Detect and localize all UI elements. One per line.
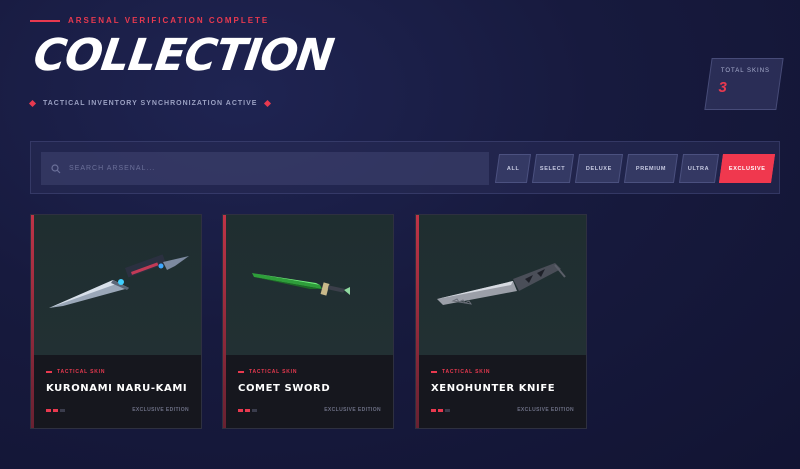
- filter-label: ALL: [506, 165, 520, 172]
- diamond-icon: [264, 99, 272, 108]
- skin-card[interactable]: Tactical Skin Comet Sword Exclusive Edit…: [222, 214, 394, 429]
- card-footer: Exclusive Edition: [46, 407, 189, 413]
- knife-icon: [436, 263, 566, 305]
- filter-all[interactable]: ALL: [494, 154, 532, 183]
- card-info: Tactical Skin Comet Sword Exclusive Edit…: [226, 355, 393, 428]
- skin-name: Comet Sword: [238, 383, 331, 394]
- edition-label: Exclusive Edition: [324, 407, 381, 413]
- filter-label: PREMIUM: [635, 165, 667, 172]
- total-skins-value: 3: [718, 79, 727, 96]
- filter-label: ULTRA: [688, 165, 710, 172]
- sync-status: Tactical Inventory Synchronization Activ…: [28, 99, 272, 108]
- dagger-icon: [48, 254, 189, 308]
- filter-label: SELECT: [540, 165, 566, 172]
- total-skins-card: Total Skins 3: [704, 58, 784, 110]
- tag-line: [431, 371, 437, 373]
- skin-card[interactable]: Tactical Skin Xenohunter Knife Exclusive…: [415, 214, 587, 429]
- tag-row: Tactical Skin: [238, 369, 381, 375]
- search-input[interactable]: [69, 165, 449, 172]
- filter-toolbar: ALL SELECT DELUXE PREMIUM ULTRA EXCLUSIV…: [30, 141, 780, 194]
- search-box[interactable]: [41, 152, 489, 185]
- skin-image: [419, 215, 586, 355]
- skin-tag: Tactical Skin: [442, 369, 491, 375]
- sync-status-text: Tactical Inventory Synchronization Activ…: [43, 100, 258, 107]
- tag-line: [238, 371, 244, 373]
- filter-ultra[interactable]: ULTRA: [678, 154, 720, 183]
- skin-image: [226, 215, 393, 355]
- kicker-line: [30, 19, 60, 22]
- skin-name: Kuronami Naru-Kami: [46, 383, 188, 394]
- skin-image: [34, 215, 201, 355]
- card-footer: Exclusive Edition: [431, 407, 574, 413]
- filter-exclusive[interactable]: EXCLUSIVE: [718, 154, 776, 183]
- header-kicker: Arsenal Verification Complete: [30, 16, 269, 25]
- page-title: COLLECTION: [30, 30, 337, 81]
- filter-deluxe[interactable]: DELUXE: [574, 154, 624, 183]
- rarity-indicator: [238, 408, 257, 412]
- tag-row: Tactical Skin: [46, 369, 189, 375]
- card-info: Tactical Skin Xenohunter Knife Exclusive…: [419, 355, 586, 428]
- skin-name: Xenohunter Knife: [431, 383, 556, 394]
- skin-card[interactable]: Tactical Skin Kuronami Naru-Kami Exclusi…: [30, 214, 202, 429]
- filter-label: EXCLUSIVE: [728, 165, 766, 172]
- kicker-text: Arsenal Verification Complete: [68, 16, 270, 25]
- search-icon: [51, 163, 61, 173]
- rarity-indicator: [46, 408, 65, 412]
- tag-row: Tactical Skin: [431, 369, 574, 375]
- filter-premium[interactable]: PREMIUM: [623, 154, 679, 183]
- card-info: Tactical Skin Kuronami Naru-Kami Exclusi…: [34, 355, 201, 428]
- skin-tag: Tactical Skin: [57, 369, 106, 375]
- rarity-indicator: [431, 408, 450, 412]
- edition-label: Exclusive Edition: [132, 407, 189, 413]
- tag-line: [46, 371, 52, 373]
- filter-select[interactable]: SELECT: [531, 154, 575, 183]
- total-skins-label: Total Skins: [720, 68, 771, 74]
- card-footer: Exclusive Edition: [238, 407, 381, 413]
- filter-label: DELUXE: [586, 165, 612, 172]
- edition-label: Exclusive Edition: [517, 407, 574, 413]
- sword-icon: [251, 273, 350, 296]
- skin-tag: Tactical Skin: [249, 369, 298, 375]
- diamond-icon: [28, 99, 37, 108]
